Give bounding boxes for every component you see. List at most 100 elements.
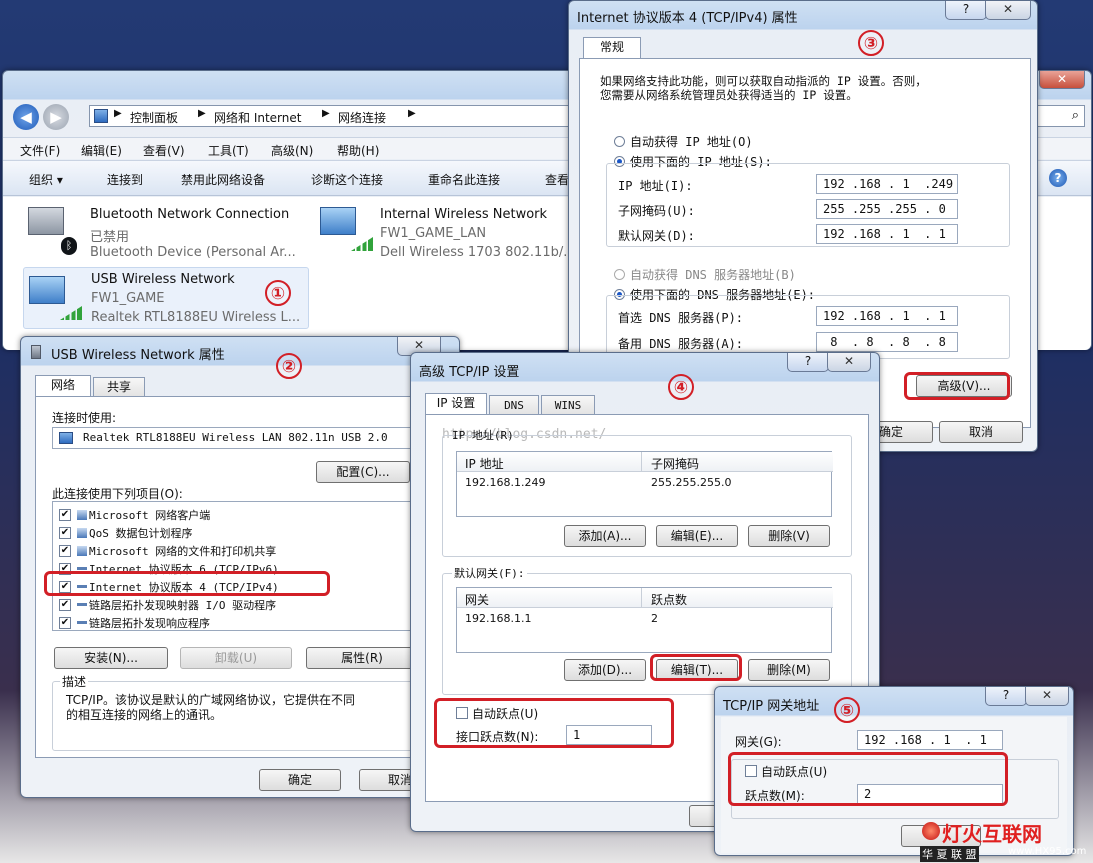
preferred-dns-label: 首选 DNS 服务器(P): bbox=[618, 311, 744, 325]
checkbox-checked[interactable]: ✔ bbox=[59, 599, 71, 611]
menu-file[interactable]: 文件(F) bbox=[20, 142, 60, 159]
ip-group-label: IP 地址(R) bbox=[452, 429, 514, 442]
add-ip-button[interactable]: 添加(A)... bbox=[564, 525, 646, 547]
gateway-field[interactable]: 192 .168 . 1 . 1 bbox=[816, 224, 958, 244]
organize-button[interactable]: 组织 ▾ bbox=[29, 171, 63, 188]
list-item[interactable]: ✔ 链路层拓扑发现响应程序 bbox=[57, 614, 437, 632]
help-button[interactable]: ? bbox=[945, 1, 987, 20]
column-header[interactable]: 跃点数 bbox=[651, 591, 687, 608]
address-bar[interactable]: ▶ 控制面板 ▶ 网络和 Internet ▶ 网络连接 ▶ bbox=[89, 105, 569, 127]
remove-gateway-button[interactable]: 删除(M) bbox=[748, 659, 830, 681]
menu-help[interactable]: 帮助(H) bbox=[337, 142, 379, 159]
ip-address-field[interactable]: 192 .168 . 1 .249 bbox=[816, 174, 958, 194]
tab-general[interactable]: 常规 bbox=[583, 37, 641, 59]
cancel-button[interactable]: 取消 bbox=[939, 421, 1023, 443]
protocol-icon bbox=[77, 567, 87, 570]
table-cell: 255.255.255.0 bbox=[651, 476, 732, 489]
column-header[interactable]: IP 地址 bbox=[465, 455, 504, 472]
step-marker-4: ④ bbox=[668, 374, 694, 400]
view-status-button[interactable]: 查看 bbox=[545, 171, 569, 188]
table-row[interactable]: 192.168.1.1 2 bbox=[457, 610, 833, 628]
close-button[interactable]: ✕ bbox=[985, 1, 1031, 20]
menu-edit[interactable]: 编辑(E) bbox=[81, 142, 122, 159]
connection-status: FW1_GAME_LAN bbox=[380, 226, 487, 241]
tab-wins[interactable]: WINS bbox=[541, 395, 595, 415]
checkbox-checked[interactable]: ✔ bbox=[59, 527, 71, 539]
service-icon bbox=[77, 546, 87, 556]
help-icon[interactable]: ? bbox=[1049, 169, 1067, 187]
table-cell: 2 bbox=[651, 612, 658, 625]
disable-device-button[interactable]: 禁用此网络设备 bbox=[181, 171, 265, 188]
rename-button[interactable]: 重命名此连接 bbox=[428, 171, 500, 188]
column-header[interactable]: 网关 bbox=[465, 591, 489, 608]
tab-network[interactable]: 网络 bbox=[35, 375, 91, 397]
dialog-title: Internet 协议版本 4 (TCP/IPv4) 属性 bbox=[577, 11, 798, 26]
connection-bluetooth[interactable]: ᛒ Bluetooth Network Connection 已禁用 Bluet… bbox=[23, 201, 303, 261]
column-divider bbox=[641, 452, 642, 472]
checkbox-checked[interactable]: ✔ bbox=[59, 545, 71, 557]
items-label: 此连接使用下列项目(O): bbox=[52, 487, 183, 501]
breadcrumb-item[interactable]: 网络连接 bbox=[338, 109, 386, 126]
help-button[interactable]: ? bbox=[985, 687, 1027, 706]
list-item[interactable]: ✔ Microsoft 网络的文件和打印机共享 bbox=[57, 542, 437, 560]
table-cell: 192.168.1.1 bbox=[465, 612, 532, 625]
uninstall-button[interactable]: 卸载(U) bbox=[180, 647, 292, 669]
install-button[interactable]: 安装(N)... bbox=[54, 647, 168, 669]
ok-button[interactable]: 确定 bbox=[259, 769, 341, 791]
chevron-right-icon: ▶ bbox=[322, 108, 330, 119]
column-header[interactable]: 子网掩码 bbox=[651, 455, 699, 472]
subnet-mask-field[interactable]: 255 .255 .255 . 0 bbox=[816, 199, 958, 219]
alternate-dns-field[interactable]: 8 . 8 . 8 . 8 bbox=[816, 332, 958, 352]
connect-using-label: 连接时使用: bbox=[52, 411, 117, 425]
column-divider bbox=[641, 588, 642, 608]
connection-internal-wireless[interactable]: Internal Wireless Network FW1_GAME_LAN D… bbox=[315, 201, 576, 261]
signal-bars-icon bbox=[351, 237, 373, 251]
network-adapter-icon bbox=[28, 207, 64, 235]
menu-advanced[interactable]: 高级(N) bbox=[271, 142, 313, 159]
list-item[interactable]: ✔ 链路层拓扑发现映射器 I/O 驱动程序 bbox=[57, 596, 437, 614]
table-cell: 192.168.1.249 bbox=[465, 476, 546, 489]
breadcrumb-item[interactable]: 网络和 Internet bbox=[214, 109, 301, 126]
window-close-button[interactable]: ✕ bbox=[1039, 71, 1085, 89]
auto-dns-radio[interactable] bbox=[614, 269, 625, 280]
search-box[interactable]: ⌕ bbox=[1033, 105, 1085, 127]
tab-dns[interactable]: DNS bbox=[489, 395, 539, 415]
alternate-dns-label: 备用 DNS 服务器(A): bbox=[618, 337, 744, 351]
list-item[interactable]: ✔ Microsoft 网络客户端 bbox=[57, 506, 437, 524]
network-adapter-icon bbox=[320, 207, 356, 235]
close-button[interactable]: ✕ bbox=[827, 353, 871, 372]
auto-dns-label[interactable]: 自动获得 DNS 服务器地址(B) bbox=[630, 266, 796, 283]
tab-ip-settings[interactable]: IP 设置 bbox=[425, 393, 487, 415]
menu-tools[interactable]: 工具(T) bbox=[208, 142, 249, 159]
connect-to-button[interactable]: 连接到 bbox=[107, 171, 143, 188]
close-button[interactable]: ✕ bbox=[1025, 687, 1069, 706]
breadcrumb-item[interactable]: 控制面板 bbox=[130, 109, 178, 126]
table-row[interactable]: 192.168.1.249 255.255.255.0 bbox=[457, 474, 833, 492]
configure-button[interactable]: 配置(C)... bbox=[316, 461, 410, 483]
menu-view[interactable]: 查看(V) bbox=[143, 142, 185, 159]
item-label: Microsoft 网络的文件和打印机共享 bbox=[89, 545, 277, 558]
gateway-field[interactable]: 192 .168 . 1 . 1 bbox=[857, 730, 1003, 750]
highlight-interface-metric bbox=[434, 698, 674, 748]
auto-ip-radio[interactable] bbox=[614, 136, 625, 147]
gateway-label: 网关(G): bbox=[735, 735, 782, 749]
highlight-ipv4-item bbox=[44, 571, 330, 596]
tab-sharing[interactable]: 共享 bbox=[93, 377, 145, 397]
service-icon bbox=[77, 528, 87, 538]
diagnose-button[interactable]: 诊断这个连接 bbox=[311, 171, 383, 188]
properties-button[interactable]: 属性(R) bbox=[306, 647, 418, 669]
list-item[interactable]: ✔ QoS 数据包计划程序 bbox=[57, 524, 437, 542]
add-gateway-button[interactable]: 添加(D)... bbox=[564, 659, 646, 681]
checkbox-checked[interactable]: ✔ bbox=[59, 617, 71, 629]
item-label: QoS 数据包计划程序 bbox=[89, 527, 193, 540]
remove-ip-button[interactable]: 删除(V) bbox=[748, 525, 830, 547]
help-button[interactable]: ? bbox=[787, 353, 829, 372]
preferred-dns-field[interactable]: 192 .168 . 1 . 1 bbox=[816, 306, 958, 326]
forward-button[interactable]: ▶ bbox=[43, 104, 69, 130]
edit-ip-button[interactable]: 编辑(E)... bbox=[656, 525, 738, 547]
bluetooth-icon: ᛒ bbox=[61, 237, 77, 255]
connection-device: Dell Wireless 1703 802.11b/... bbox=[380, 245, 576, 260]
back-button[interactable]: ◀ bbox=[13, 104, 39, 130]
checkbox-checked[interactable]: ✔ bbox=[59, 509, 71, 521]
auto-ip-label[interactable]: 自动获得 IP 地址(O) bbox=[630, 133, 753, 150]
